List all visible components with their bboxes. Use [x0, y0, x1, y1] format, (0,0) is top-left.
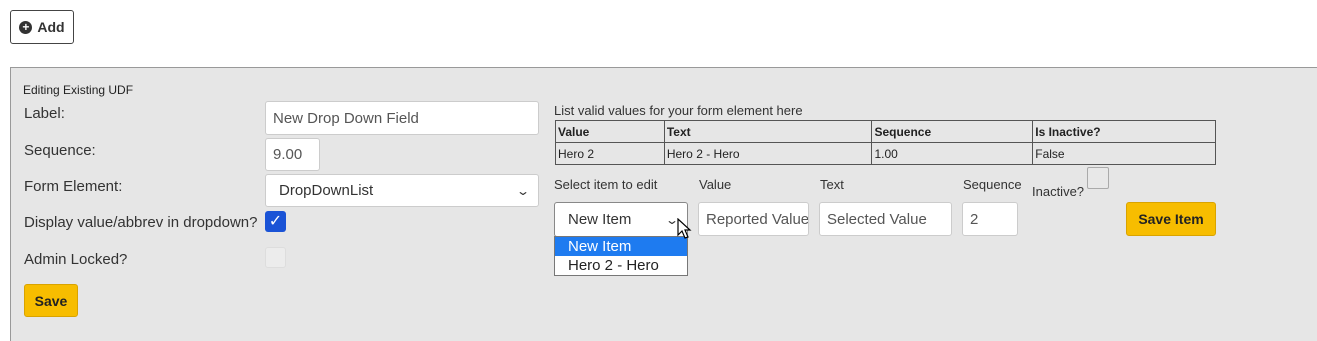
- admin-locked-checkbox[interactable]: [265, 247, 286, 268]
- admin-locked-label: Admin Locked?: [24, 251, 128, 268]
- add-button[interactable]: + Add: [10, 10, 74, 44]
- table-header-row: Value Text Sequence Is Inactive?: [555, 120, 1216, 143]
- plus-circle-icon: +: [19, 20, 33, 34]
- udf-edit-panel: Editing Existing UDF Label: New Drop Dow…: [10, 67, 1317, 341]
- inactive-checkbox[interactable]: [1087, 167, 1109, 189]
- cell-value: Hero 2: [555, 142, 665, 165]
- display-value-checkbox[interactable]: ✓: [265, 211, 286, 232]
- table-row[interactable]: Hero 2 Hero 2 - Hero 1.00 False: [555, 142, 1216, 165]
- select-item-label: Select item to edit: [554, 177, 658, 192]
- select-item-value: New Item: [568, 211, 632, 228]
- inactive-label: Inactive?: [1032, 184, 1085, 199]
- text-input[interactable]: Selected Value: [819, 202, 952, 236]
- column-header-sequence: Sequence: [871, 120, 1034, 143]
- sequence-item-input[interactable]: 2: [962, 202, 1018, 236]
- values-table: Value Text Sequence Is Inactive? Hero 2 …: [555, 120, 1216, 165]
- column-header-text: Text: [663, 120, 873, 143]
- values-hint: List valid values for your form element …: [554, 103, 803, 118]
- text-field-label: Text: [820, 177, 844, 192]
- cell-text: Hero 2 - Hero: [663, 142, 873, 165]
- column-header-value: Value: [555, 120, 665, 143]
- label-field-label: Label:: [24, 105, 65, 122]
- form-element-select[interactable]: DropDownList ⌄: [265, 174, 539, 207]
- select-item-options[interactable]: New Item Hero 2 - Hero: [554, 236, 688, 276]
- checkmark-icon: ✓: [268, 213, 283, 230]
- cell-sequence: 1.00: [871, 142, 1034, 165]
- add-button-label: Add: [37, 19, 65, 35]
- mouse-cursor-icon: [677, 218, 692, 239]
- select-item-dropdown[interactable]: New Item ⌄: [554, 202, 688, 237]
- option-hero-2[interactable]: Hero 2 - Hero: [555, 256, 687, 275]
- label-input[interactable]: New Drop Down Field: [265, 101, 539, 135]
- value-field-label: Value: [699, 177, 732, 192]
- form-element-label: Form Element:: [24, 178, 123, 195]
- cell-inactive: False: [1032, 142, 1216, 165]
- option-new-item[interactable]: New Item: [555, 237, 687, 256]
- chevron-down-icon: ⌄: [515, 183, 531, 198]
- sequence-item-label: Sequence: [963, 177, 1022, 192]
- value-input[interactable]: Reported Value: [698, 202, 809, 236]
- sequence-field-label: Sequence:: [24, 142, 96, 159]
- column-header-inactive: Is Inactive?: [1032, 120, 1216, 143]
- save-item-button[interactable]: Save Item: [1126, 202, 1216, 236]
- display-value-label: Display value/abbrev in dropdown?: [24, 214, 258, 231]
- panel-title: Editing Existing UDF: [23, 83, 134, 97]
- form-element-value: DropDownList: [279, 182, 374, 199]
- sequence-input[interactable]: 9.00: [265, 138, 320, 171]
- save-button[interactable]: Save: [24, 284, 78, 317]
